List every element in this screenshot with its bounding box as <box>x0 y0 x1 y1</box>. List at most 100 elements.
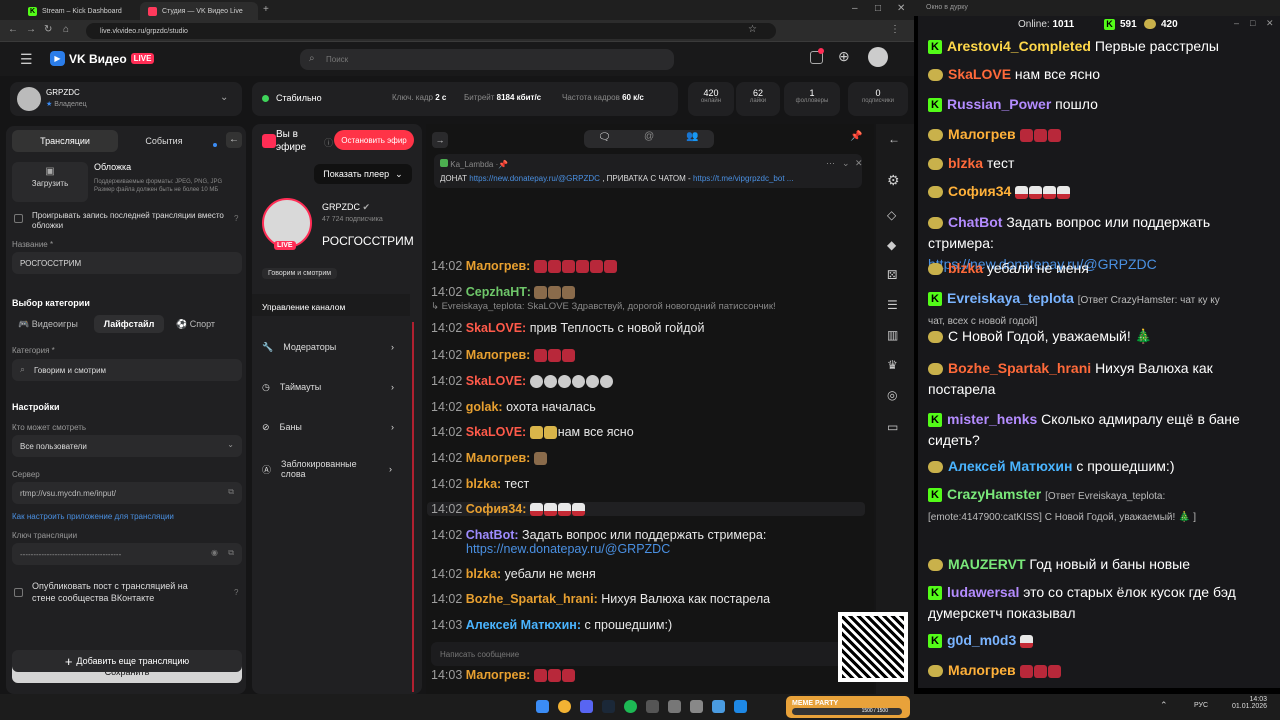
cat-tab-lifestyle[interactable]: Лайфстайл <box>94 315 164 333</box>
chat-username[interactable]: Малогрев <box>948 126 1020 142</box>
chat-username[interactable]: blzka <box>948 155 987 171</box>
back-icon[interactable]: ← <box>8 24 18 35</box>
chat-username[interactable]: Bozhe_Spartak_hrani <box>948 360 1095 376</box>
who-select[interactable]: Все пользователи ⌄ <box>12 435 242 457</box>
pinned-link2[interactable]: https://t.me/vipgrpzdc_bot ... <box>693 174 794 183</box>
discord-icon[interactable] <box>580 700 593 713</box>
chat-username[interactable]: Малогрев: <box>466 259 534 273</box>
manage-blocked-words[interactable]: Ⓐ Заблокированные слова › <box>252 449 402 489</box>
star-icon[interactable]: ☆ <box>748 24 757 35</box>
chat-username[interactable]: SkaLOVE <box>948 66 1015 82</box>
clock[interactable]: 14:03 01.01.2026 <box>1232 696 1267 710</box>
minimize-icon[interactable]: – <box>852 3 858 14</box>
vk-logo[interactable]: ▶ VK Видео LIVE <box>50 51 155 66</box>
chat-username[interactable]: ChatBot: <box>466 528 522 542</box>
app-icon[interactable] <box>646 700 659 713</box>
trophy-icon[interactable]: ♛ <box>887 358 898 372</box>
mention-icon[interactable]: @ <box>644 131 654 142</box>
pin-icon[interactable]: 📌 <box>850 131 862 142</box>
chat-username[interactable]: CrazyHamster <box>947 486 1045 502</box>
tray-chevron-icon[interactable]: ⌃ <box>1160 700 1168 711</box>
cat-tab-games[interactable]: 🎮 Видеоигры <box>18 319 78 330</box>
chat-username[interactable]: Arestovi4_Completed <box>947 38 1095 54</box>
record-checkbox[interactable] <box>14 214 23 223</box>
close-icon[interactable]: ✕ <box>1266 18 1274 29</box>
key-input[interactable]: -------------------------------------- ◉ ⧉ <box>12 543 242 565</box>
chat-bubble-icon[interactable]: 🗨 <box>598 132 611 143</box>
chat-username[interactable]: g0d_m0d3 <box>947 632 1020 648</box>
tab-vk-studio[interactable]: Студия — VK Видео Live <box>140 2 258 20</box>
chat-username[interactable]: Russian_Power <box>947 96 1055 112</box>
add-stream-button[interactable]: + Добавить еще трансляцию <box>12 650 242 672</box>
forward-icon[interactable]: → <box>26 24 36 35</box>
upload-cover-button[interactable]: ▣ Загрузить <box>12 162 88 202</box>
new-tab-icon[interactable]: + <box>263 4 269 15</box>
chat-username[interactable]: Алексей Матюхин: <box>466 618 585 632</box>
show-player-button[interactable]: Показать плеер ⌄ <box>314 164 412 184</box>
chat-link[interactable]: https://new.donatepay.ru/@GRPZDC <box>466 542 766 556</box>
close-icon[interactable]: ✕ <box>855 158 863 169</box>
manage-bans[interactable]: ⊘ Баны › <box>252 407 404 447</box>
category-input[interactable]: ⌕ Говорим и смотрим <box>12 359 242 381</box>
collapse-arrow-icon[interactable]: ← <box>226 132 242 148</box>
reload-icon[interactable]: ↻ <box>44 24 52 35</box>
chevron-icon[interactable]: ⌄ <box>842 158 850 169</box>
telegram-icon[interactable] <box>734 700 747 713</box>
maximize-icon[interactable]: □ <box>875 3 881 14</box>
stop-stream-button[interactable]: Остановить эфир <box>334 130 414 150</box>
tab-streams[interactable]: Трансляции <box>12 130 118 152</box>
close-icon[interactable]: ✕ <box>897 3 905 14</box>
copy-icon[interactable]: ⧉ <box>228 548 234 558</box>
chat-username[interactable]: Малогрев: <box>466 668 534 682</box>
chat-username[interactable]: blzka: <box>466 477 505 491</box>
copy-icon[interactable]: ⧉ <box>228 487 234 497</box>
chat-username[interactable]: SkaLOVE: <box>466 425 530 439</box>
users-icon[interactable]: 👥 <box>686 131 698 142</box>
chat-username[interactable]: ludawersal <box>947 584 1023 600</box>
steam-icon[interactable] <box>602 700 615 713</box>
chat-username[interactable]: blzka <box>948 260 987 276</box>
app3-icon[interactable] <box>712 700 725 713</box>
add-icon[interactable]: ⊕ <box>838 48 850 65</box>
more-icon[interactable]: ⋯ <box>826 158 835 169</box>
menu-dots-icon[interactable]: ⋮ <box>890 24 900 35</box>
publish-checkbox[interactable] <box>14 588 23 597</box>
avatar[interactable] <box>868 47 888 67</box>
chat-username[interactable]: mister_henks <box>947 411 1041 427</box>
chat-username[interactable]: Малогрев: <box>466 348 534 362</box>
chat-username[interactable]: София34: <box>466 502 530 516</box>
home-icon[interactable]: ⌂ <box>63 24 69 35</box>
chrome-icon[interactable] <box>558 700 571 713</box>
chat-username[interactable]: Малогрев: <box>466 451 534 465</box>
language-indicator[interactable]: РУС <box>1194 702 1208 709</box>
gear-icon[interactable]: ⚙ <box>887 172 900 189</box>
chat-username[interactable]: ChatBot <box>948 214 1006 230</box>
chat-username[interactable]: Evreiskaya_teplota <box>947 290 1078 306</box>
arrow-right-icon[interactable]: → <box>432 132 448 148</box>
name-input[interactable]: РОСГОССТРИМ <box>12 252 242 274</box>
eye-icon[interactable]: ◉ <box>211 548 218 557</box>
arrow-left-icon[interactable]: ← <box>888 132 900 146</box>
chat-username[interactable]: Bozhe_Spartak_hrani: <box>466 592 601 606</box>
chat-username[interactable]: София34 <box>948 183 1015 199</box>
minimize-icon[interactable]: – <box>1234 18 1239 28</box>
chat-input[interactable]: Написать сообщение <box>431 642 871 666</box>
manage-moderators[interactable]: 🔧 Модераторы › <box>252 327 404 367</box>
chat-username[interactable]: SkaLOVE: <box>466 374 530 388</box>
channel-name[interactable]: GRPZDC ✔ <box>322 202 370 213</box>
manage-timeouts[interactable]: ◷ Таймауты › <box>252 367 404 407</box>
media-icon[interactable]: ▭ <box>887 420 898 434</box>
chat-username[interactable]: SkaLOVE: <box>466 321 530 335</box>
spotify-icon[interactable] <box>624 700 637 713</box>
chat-username[interactable]: СерzhaНТ: <box>466 285 535 299</box>
start-icon[interactable] <box>536 700 549 713</box>
help-icon[interactable]: ? <box>234 214 238 223</box>
tab-events[interactable]: События <box>122 130 206 152</box>
gem-icon[interactable]: ◆ <box>887 238 896 252</box>
bar-chart-icon[interactable]: ▥ <box>887 328 898 342</box>
server-input[interactable]: rtmp://vsu.mycdn.me/input/⧉ <box>12 482 242 504</box>
cat-tab-sport[interactable]: ⚽ Спорт <box>176 319 215 330</box>
chat-username[interactable]: golak: <box>466 400 506 414</box>
chat-username[interactable]: MAUZERVT <box>948 556 1029 572</box>
dice-icon[interactable]: ⚄ <box>887 268 897 282</box>
